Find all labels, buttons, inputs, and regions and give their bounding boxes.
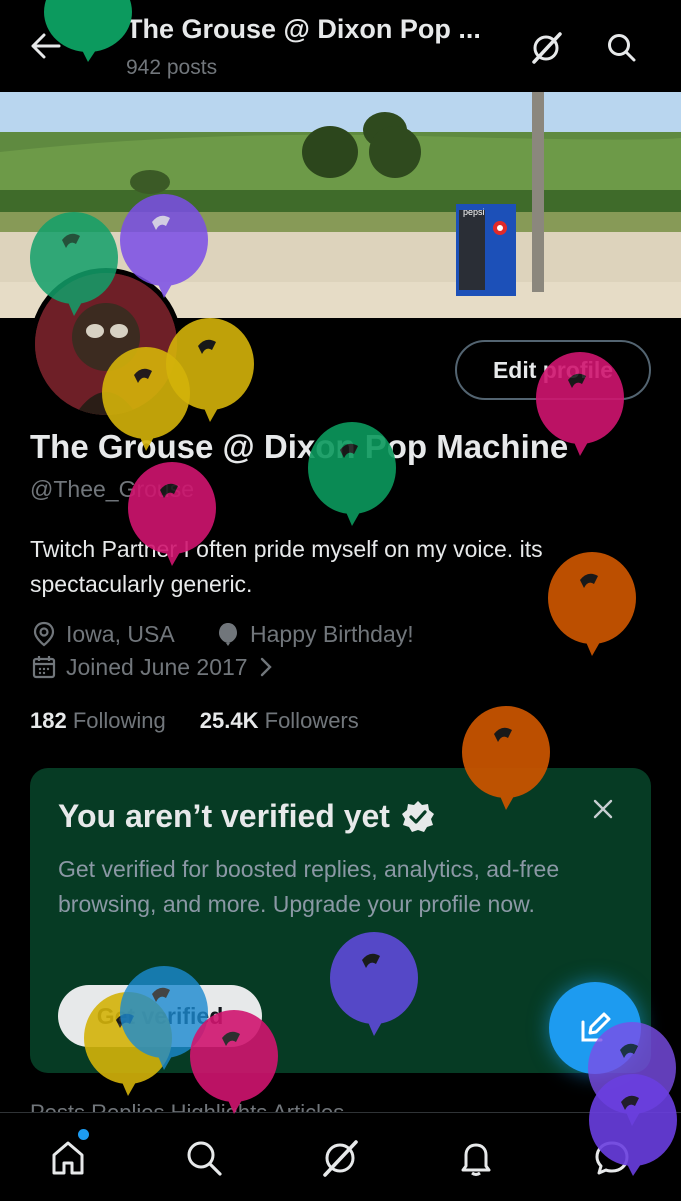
close-icon[interactable] xyxy=(588,794,618,824)
following-link[interactable]: 182 Following xyxy=(30,708,166,734)
balloon-decoration xyxy=(124,460,220,585)
following-label: Following xyxy=(72,708,166,733)
page-title: The Grouse @ Dixon Pop ... xyxy=(126,14,481,44)
following-count: 182 xyxy=(30,708,67,733)
verification-title-text: You aren’t verified yet xyxy=(58,798,390,834)
joined-row[interactable]: Joined June 2017 xyxy=(30,653,284,681)
vending-brand-label: pepsi xyxy=(463,207,485,217)
balloon-decoration xyxy=(326,930,422,1055)
joined-text: Joined June 2017 xyxy=(66,653,248,680)
calendar-icon xyxy=(32,656,56,679)
balloon-decoration xyxy=(186,1008,282,1133)
birthday-text: Happy Birthday! xyxy=(250,620,414,647)
verification-card-body: Get verified for boosted replies, analyt… xyxy=(58,856,560,917)
balloon-decoration xyxy=(162,316,258,441)
balloon-decoration xyxy=(26,210,122,335)
balloon-decoration xyxy=(532,350,628,475)
verified-badge-icon xyxy=(401,800,434,832)
search-icon[interactable] xyxy=(600,26,644,70)
balloon-decoration xyxy=(458,704,554,829)
followers-count: 25.4K xyxy=(199,708,259,733)
grok-icon[interactable] xyxy=(316,1134,364,1182)
location-row: Iowa, USA xyxy=(30,620,175,648)
search-icon[interactable] xyxy=(180,1134,228,1182)
balloon-decoration xyxy=(585,1072,681,1187)
balloon-icon xyxy=(219,623,237,646)
balloon-decoration xyxy=(40,0,136,67)
chevron-right-icon xyxy=(260,657,272,677)
verification-card-title: You aren’t verified yet xyxy=(58,798,436,835)
home-notification-dot xyxy=(78,1129,89,1140)
followers-label: Followers xyxy=(264,708,359,733)
balloon-decoration xyxy=(116,192,212,317)
location-text: Iowa, USA xyxy=(66,620,175,647)
notifications-icon[interactable] xyxy=(452,1134,500,1182)
posts-count: 942 posts xyxy=(126,56,218,79)
birthday-row: Happy Birthday! xyxy=(214,620,414,648)
location-icon xyxy=(33,621,55,647)
balloon-decoration xyxy=(304,420,400,545)
home-icon[interactable] xyxy=(44,1134,92,1182)
followers-link[interactable]: 25.4K Followers xyxy=(200,708,359,734)
balloon-decoration xyxy=(544,550,640,675)
follow-stats: 182 Following 25.4K Followers xyxy=(30,708,359,734)
grok-icon[interactable] xyxy=(524,26,568,70)
